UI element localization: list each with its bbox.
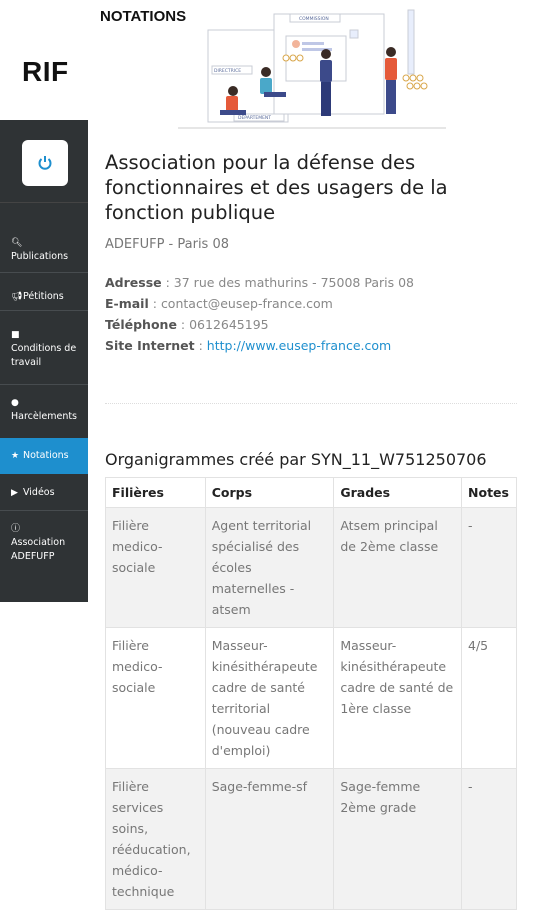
sidebar-item-harcelements[interactable]: ● Harcèlements <box>0 396 88 424</box>
contact-info: Adresse : 37 rue des mathurins - 75008 P… <box>105 275 414 353</box>
video-icon: ▶ <box>11 488 18 498</box>
page-heading: NOTATIONS <box>100 8 187 25</box>
divider <box>105 403 517 404</box>
phone-value[interactable]: 0612645195 <box>189 317 269 332</box>
sidebar-item-label: Notations <box>23 450 69 461</box>
power-icon <box>38 156 52 170</box>
column-header-notes: Notes <box>461 477 517 508</box>
column-header-grades: Grades <box>333 477 463 508</box>
sidebar-item-label: Association ADEFUFP <box>11 537 66 562</box>
hero-label-directrice: DIRECTRICE <box>214 68 241 74</box>
address-label: Adresse <box>105 275 162 290</box>
sidebar-blank-area <box>0 602 88 900</box>
address-value: 37 rue des mathurins - 75008 Paris 08 <box>173 275 414 290</box>
cell-note: 4/5 <box>461 627 517 769</box>
cell-corps: Masseur-kinésithérapeute cadre de santé … <box>204 627 335 769</box>
sidebar-item-publications[interactable]: 🔍︎ Publications <box>0 236 88 264</box>
organigramme-table: Filières Corps Grades Notes Filière medi… <box>105 477 517 910</box>
sidebar-item-association[interactable]: ⓘ Association ADEFUFP <box>0 522 88 564</box>
hero-label-commission: COMMISSION <box>299 16 329 22</box>
email-value[interactable]: contact@eusep-france.com <box>161 296 333 311</box>
table-row: Filière medico-sociale Masseur-kinésithé… <box>105 627 517 769</box>
sidebar-item-petitions[interactable]: 📢︎Pétitions <box>0 290 88 304</box>
cell-corps: Agent territorial spécialisé des écoles … <box>204 507 335 628</box>
info-icon: ⓘ <box>11 524 21 534</box>
column-header-corps: Corps <box>204 477 335 508</box>
hero-illustration: DIRECTRICE COMMISSION DÉPARTEMENT <box>178 9 446 129</box>
comment-icon: ● <box>11 398 19 408</box>
search-icon: 🔍︎ <box>11 238 23 248</box>
app-title: RIF <box>22 56 69 87</box>
cell-corps: Sage-femme-sf <box>204 768 335 910</box>
cell-grade: Masseur-kinésithérapeute cadre de santé … <box>333 627 463 769</box>
sidebar-item-label: Conditions de travail <box>11 343 77 368</box>
table-row: Filière medico-sociale Agent territorial… <box>105 507 517 628</box>
cell-note: - <box>461 507 517 628</box>
sidebar-item-label: Pétitions <box>23 291 64 302</box>
phone-label: Téléphone <box>105 317 177 332</box>
cell-grade: Sage-femme 2ème grade <box>333 768 463 910</box>
column-header-filieres: Filières <box>105 477 206 508</box>
association-card: Association pour la défense des fonction… <box>105 150 520 356</box>
bullhorn-icon: 📢︎ <box>11 292 23 302</box>
power-button[interactable] <box>22 140 68 186</box>
cell-grade: Atsem principal de 2ème classe <box>333 507 463 628</box>
sidebar-item-label: Vidéos <box>23 487 55 498</box>
cell-filiere: Filière services soins, rééducation, méd… <box>105 768 206 910</box>
cell-filiere: Filière medico-sociale <box>105 507 206 628</box>
section-title: Organigrammes créé par SYN_11_W751250706 <box>105 450 487 469</box>
sidebar-item-conditions-de-travail[interactable]: ■ Conditions de travail <box>0 328 88 370</box>
sidebar-item-label: Harcèlements <box>11 411 78 422</box>
cell-filiere: Filière medico-sociale <box>105 627 206 769</box>
email-label: E-mail <box>105 296 149 311</box>
sidebar-item-notations[interactable]: ★ Notations <box>0 438 88 474</box>
sidebar-item-label: Publications <box>11 251 69 262</box>
sidebar-logo-area <box>0 120 88 203</box>
association-short-name: ADEFUFP - Paris 08 <box>105 237 230 252</box>
table-header-row: Filières Corps Grades Notes <box>105 477 517 508</box>
star-icon: ★ <box>11 451 20 461</box>
website-label: Site Internet <box>105 338 195 353</box>
table-row: Filière services soins, rééducation, méd… <box>105 768 517 910</box>
cell-note: - <box>461 768 517 910</box>
website-link[interactable]: http://www.eusep-france.com <box>207 338 391 353</box>
briefcase-icon: ■ <box>11 330 20 340</box>
sidebar-item-videos[interactable]: ▶ Vidéos <box>0 486 88 500</box>
association-name: Association pour la défense des fonction… <box>105 151 448 224</box>
